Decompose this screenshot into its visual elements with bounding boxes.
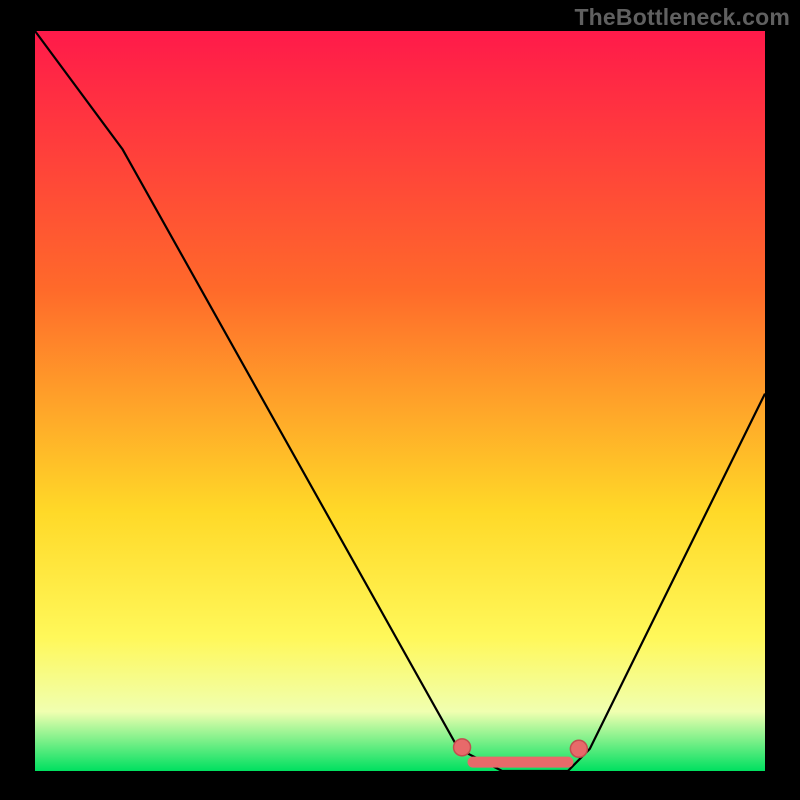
- bottleneck-chart: [0, 0, 800, 800]
- optimal-range-end-dot: [570, 740, 587, 757]
- watermark-label: TheBottleneck.com: [574, 4, 790, 31]
- optimal-range-start-dot: [454, 739, 471, 756]
- plot-background: [35, 31, 765, 771]
- chart-frame: TheBottleneck.com: [0, 0, 800, 800]
